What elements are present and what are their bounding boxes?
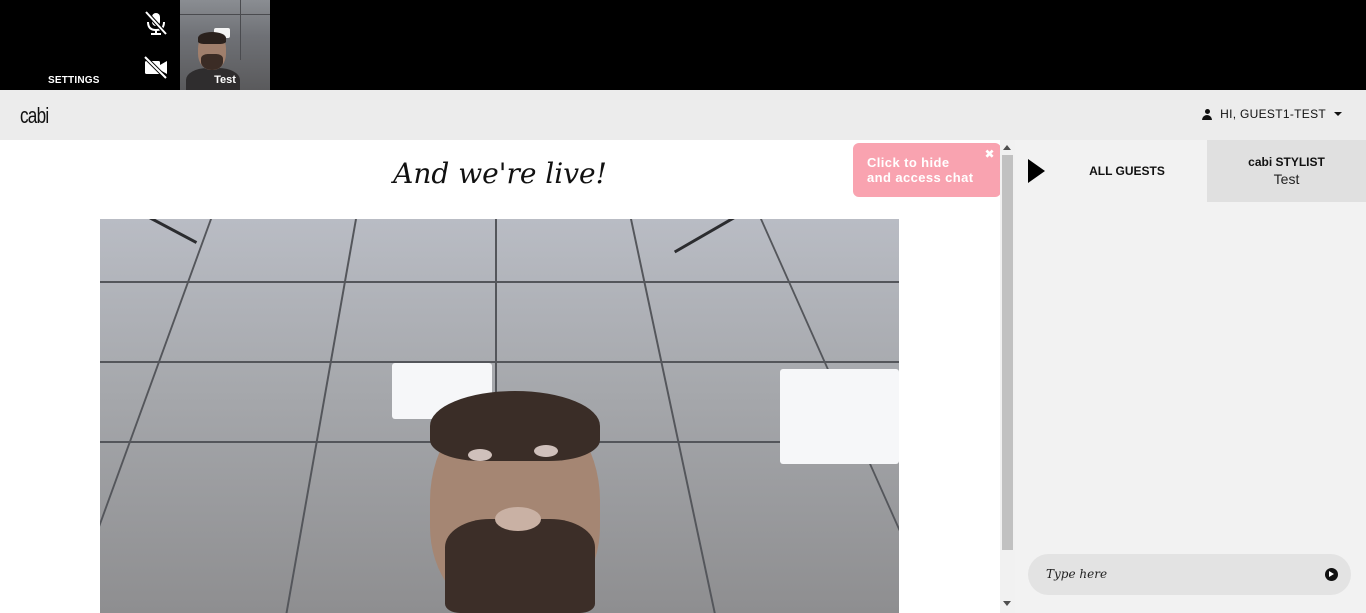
self-view-video: Test bbox=[180, 0, 270, 90]
caret-down-icon bbox=[1334, 112, 1342, 116]
chat-sidebar bbox=[1015, 140, 1366, 613]
ceiling-grid-line bbox=[100, 219, 212, 613]
self-view-ceiling-line bbox=[240, 0, 241, 60]
video-person-mouth bbox=[495, 507, 541, 531]
chat-input[interactable] bbox=[1046, 563, 1306, 585]
chat-hint-line1: Click to hide bbox=[867, 155, 950, 170]
tab-stylist-name: Test bbox=[1273, 171, 1300, 187]
tab-cabi-stylist[interactable]: cabi STYLIST Test bbox=[1207, 140, 1366, 202]
scroll-up-icon[interactable] bbox=[1003, 145, 1011, 150]
arrow-circle-right-icon[interactable] bbox=[1325, 568, 1338, 581]
cabi-logo[interactable]: cabi bbox=[20, 103, 49, 129]
close-icon[interactable]: ✖ bbox=[985, 147, 995, 162]
chat-hint-line2: and access chat bbox=[867, 170, 974, 185]
self-view-name: Test bbox=[214, 74, 236, 86]
self-view-person-beard bbox=[201, 54, 223, 70]
chat-toggle-hint[interactable]: Click to hide and access chat ✖ bbox=[853, 143, 1001, 197]
user-menu-label: HI, GUEST1-TEST bbox=[1220, 107, 1326, 121]
tab-all-guests[interactable]: ALL GUESTS bbox=[1048, 140, 1206, 202]
ceiling-light bbox=[780, 369, 899, 464]
mic-muted-icon[interactable] bbox=[142, 10, 170, 36]
video-person-eye bbox=[468, 449, 492, 461]
page-title: And we're live! bbox=[393, 157, 607, 190]
settings-button[interactable]: SETTINGS bbox=[48, 75, 100, 86]
video-person-hair bbox=[430, 391, 600, 461]
video-person-beard bbox=[445, 519, 595, 613]
play-arrow-icon[interactable] bbox=[1028, 159, 1045, 183]
ceiling-grid-line bbox=[630, 219, 716, 613]
tab-stylist-title: cabi STYLIST bbox=[1248, 155, 1325, 169]
ceiling-vent bbox=[142, 219, 198, 244]
ceiling-grid-line bbox=[100, 361, 899, 363]
live-video bbox=[100, 219, 899, 613]
camera-off-icon[interactable] bbox=[142, 54, 170, 80]
self-view-ceiling-line bbox=[180, 14, 270, 15]
self-view-person-hair bbox=[198, 32, 226, 44]
ceiling-grid-line bbox=[100, 281, 899, 283]
video-person-eye bbox=[534, 445, 558, 457]
scrollbar-thumb[interactable] bbox=[1002, 155, 1013, 550]
scroll-down-icon[interactable] bbox=[1003, 601, 1011, 606]
user-icon bbox=[1202, 108, 1213, 120]
ceiling-grid-line bbox=[285, 219, 357, 613]
user-menu[interactable]: HI, GUEST1-TEST bbox=[1202, 107, 1342, 121]
header-bar bbox=[0, 90, 1366, 140]
ceiling-vent bbox=[673, 219, 737, 254]
